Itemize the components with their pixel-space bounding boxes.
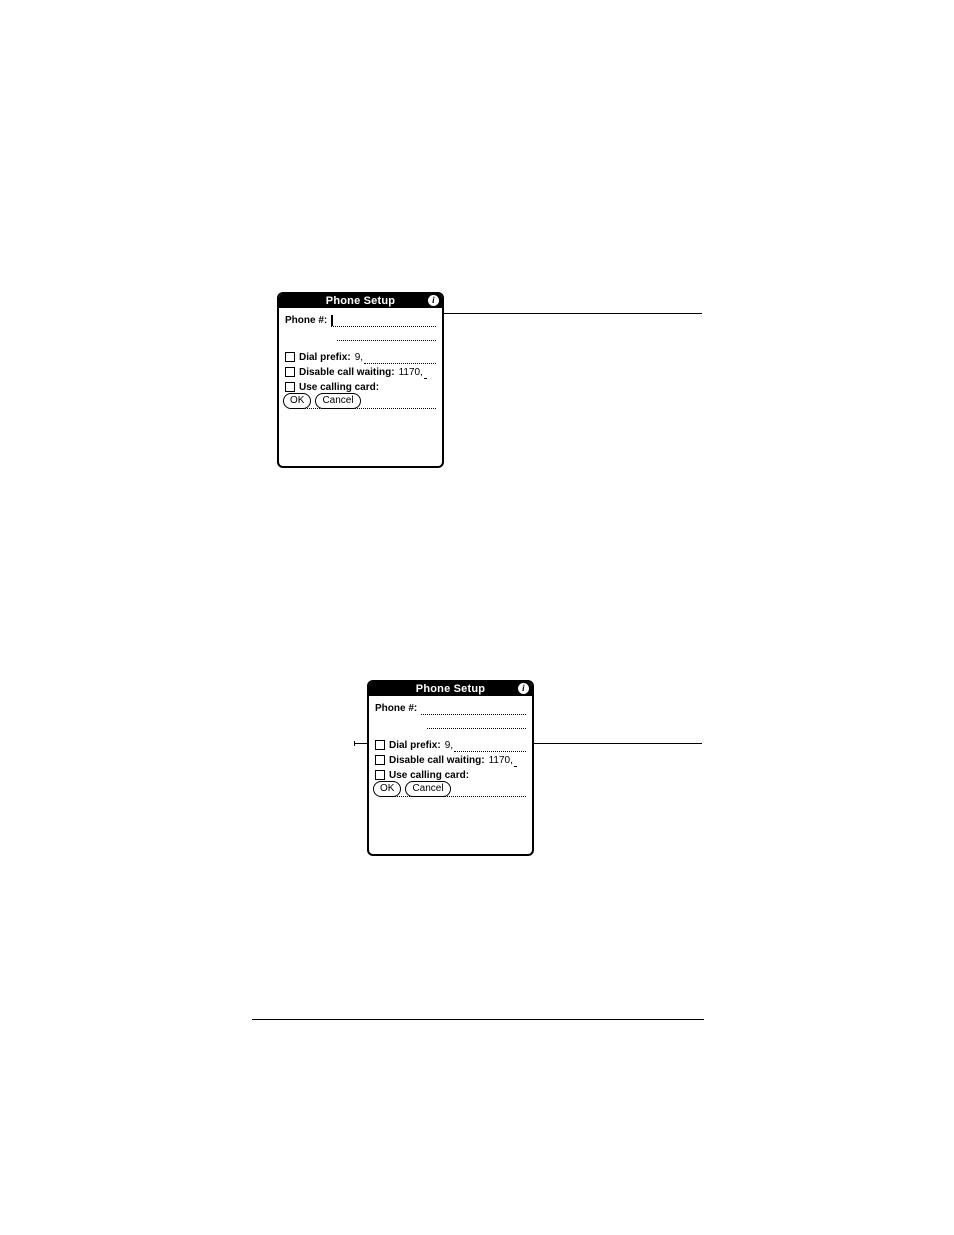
disable-call-waiting-label: Disable call waiting: <box>299 366 395 379</box>
page: Phone Setup i Phone #: Dial prefix: 9, <box>0 0 954 1235</box>
disable-call-waiting-value: 1170, <box>399 366 424 379</box>
phone-number-input[interactable] <box>421 703 526 715</box>
phone-number-label: Phone #: <box>375 702 417 715</box>
disable-call-waiting-label: Disable call waiting: <box>389 754 485 767</box>
dialog-title: Phone Setup <box>416 682 485 696</box>
disable-call-waiting-input[interactable] <box>424 367 426 379</box>
page-footer-rule <box>252 1019 704 1020</box>
phone-number-input-line2[interactable] <box>427 717 526 729</box>
cancel-button[interactable]: Cancel <box>405 781 450 797</box>
dial-prefix-checkbox[interactable] <box>285 352 295 362</box>
phone-setup-dialog-1: Phone Setup i Phone #: Dial prefix: 9, <box>277 292 444 468</box>
dial-prefix-value: 9, <box>445 739 454 752</box>
phone-number-row-continued <box>427 717 526 729</box>
dial-prefix-input[interactable] <box>454 740 526 752</box>
dial-prefix-value: 9, <box>355 351 364 364</box>
phone-number-input-line2[interactable] <box>337 329 436 341</box>
callout-line-dial-prefix <box>534 743 702 744</box>
disable-call-waiting-row: Disable call waiting: 1170, <box>375 754 526 767</box>
disable-call-waiting-row: Disable call waiting: 1170, <box>285 366 436 379</box>
phone-number-row-continued <box>337 329 436 341</box>
ok-button[interactable]: OK <box>373 781 401 797</box>
dial-prefix-input[interactable] <box>364 352 436 364</box>
button-row: OK Cancel <box>373 781 451 797</box>
dialog-body: Phone #: Dial prefix: 9, Disable call wa… <box>369 696 532 801</box>
phone-number-input[interactable] <box>331 315 436 327</box>
dial-prefix-row: Dial prefix: 9, <box>375 739 526 752</box>
disable-call-waiting-checkbox[interactable] <box>285 367 295 377</box>
use-calling-card-checkbox[interactable] <box>285 382 295 392</box>
cancel-button[interactable]: Cancel <box>315 393 360 409</box>
disable-call-waiting-checkbox[interactable] <box>375 755 385 765</box>
dial-prefix-row: Dial prefix: 9, <box>285 351 436 364</box>
text-cursor <box>331 315 333 326</box>
info-icon[interactable]: i <box>428 295 439 306</box>
callout-bracket-dial-prefix <box>354 743 369 744</box>
phone-number-row: Phone #: <box>285 314 436 327</box>
callout-line-phone-input <box>444 313 702 314</box>
dialog-title: Phone Setup <box>326 294 395 308</box>
dial-prefix-label: Dial prefix: <box>299 351 351 364</box>
phone-number-row: Phone #: <box>375 702 526 715</box>
info-icon[interactable]: i <box>518 683 529 694</box>
use-calling-card-checkbox[interactable] <box>375 770 385 780</box>
dial-prefix-checkbox[interactable] <box>375 740 385 750</box>
phone-setup-dialog-2: Phone Setup i Phone #: Dial prefix: 9, D… <box>367 680 534 856</box>
disable-call-waiting-value: 1170, <box>489 754 514 767</box>
phone-number-label: Phone #: <box>285 314 327 327</box>
button-row: OK Cancel <box>283 393 361 409</box>
dialog-titlebar: Phone Setup i <box>279 294 442 308</box>
disable-call-waiting-input[interactable] <box>514 755 516 767</box>
dialog-body: Phone #: Dial prefix: 9, Disable call wa… <box>279 308 442 413</box>
dialog-titlebar: Phone Setup i <box>369 682 532 696</box>
ok-button[interactable]: OK <box>283 393 311 409</box>
dial-prefix-label: Dial prefix: <box>389 739 441 752</box>
